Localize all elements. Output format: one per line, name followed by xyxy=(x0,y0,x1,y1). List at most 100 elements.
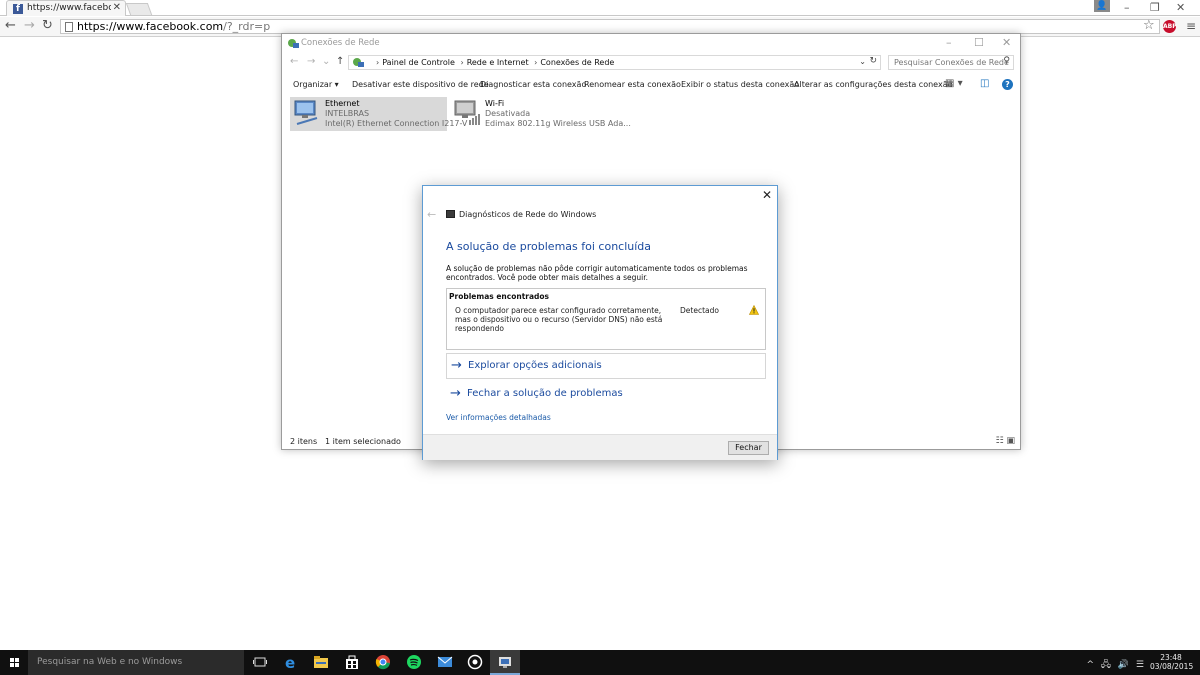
dialog-app-title: Diagnósticos de Rede do Windows xyxy=(459,210,597,219)
restore-icon[interactable]: ❐ xyxy=(1150,1,1160,14)
problems-header: Problemas encontrados xyxy=(449,292,550,301)
detailed-info-link[interactable]: Ver informações detalhadas xyxy=(446,413,551,422)
connection-device: Intel(R) Ethernet Connection I217-V xyxy=(325,119,468,128)
notifications-icon[interactable]: ☰ xyxy=(1136,660,1144,670)
profile-icon[interactable]: 👤 xyxy=(1094,0,1110,12)
facebook-favicon-icon: f xyxy=(13,4,23,14)
media-player-icon[interactable] xyxy=(467,654,483,670)
connection-details: Wi-Fi Desativada Edimax 802.11g Wireless… xyxy=(485,99,631,129)
maximize-icon[interactable]: ☐ xyxy=(974,36,984,49)
forward-icon[interactable]: → xyxy=(24,18,35,33)
breadcrumb-item[interactable]: Painel de Controle xyxy=(382,58,455,67)
breadcrumb-item[interactable]: Conexões de Rede xyxy=(540,58,614,67)
diagnostics-app-icon xyxy=(446,210,455,218)
connection-name: Wi-Fi xyxy=(485,99,505,108)
browser-tabstrip: f https://www.facebook.com/ ✕ 👤 – ❐ ✕ xyxy=(0,0,1200,16)
close-button[interactable]: Fechar xyxy=(728,441,769,455)
close-troubleshooting-link[interactable]: → Fechar a solução de problemas xyxy=(446,382,766,408)
explorer-address-row: ← → ⌄ ↑ › Painel de Controle › Rede e Inte… xyxy=(282,55,1020,72)
svg-text:e: e xyxy=(285,654,295,670)
item-count: 2 itens xyxy=(290,437,318,446)
help-icon[interactable]: ? xyxy=(1002,79,1013,90)
close-troubleshooting-label: Fechar a solução de problemas xyxy=(467,388,623,399)
store-icon[interactable] xyxy=(344,654,360,670)
page-icon xyxy=(65,22,73,32)
close-icon[interactable]: ✕ xyxy=(762,188,772,202)
view-status-button[interactable]: Exibir o status desta conexão xyxy=(681,80,799,89)
network-diagnostics-dialog: ✕ ← Diagnósticos de Rede do Windows A so… xyxy=(422,185,778,460)
adblock-plus-icon[interactable]: ABP xyxy=(1163,20,1177,33)
breadcrumb: › Painel de Controle › Rede e Internet › Co… xyxy=(373,58,614,67)
recent-dropdown-icon[interactable]: ⌄ xyxy=(322,56,330,67)
problems-panel: Problemas encontrados O computador parec… xyxy=(446,288,766,350)
network-tray-icon[interactable]: 🖧 xyxy=(1101,660,1111,670)
connection-network: Desativada xyxy=(485,109,531,118)
close-icon[interactable]: ✕ xyxy=(1002,36,1011,49)
disable-device-button[interactable]: Desativar este dispositivo de rede xyxy=(352,80,489,89)
up-arrow-icon[interactable]: ↑ xyxy=(336,56,344,67)
back-icon[interactable]: ← xyxy=(290,56,298,67)
minimize-icon[interactable]: – xyxy=(946,36,952,49)
view-toggle-icons[interactable]: ☷ ▣ xyxy=(996,436,1015,446)
back-arrow-icon[interactable]: ← xyxy=(427,208,436,221)
minimize-icon[interactable]: – xyxy=(1124,1,1130,14)
task-view-icon[interactable] xyxy=(252,654,268,670)
back-icon[interactable]: ← xyxy=(5,18,16,33)
rename-connection-button[interactable]: Renomear esta conexão xyxy=(584,80,681,89)
dialog-heading: A solução de problemas foi concluída xyxy=(446,240,652,253)
new-tab-button[interactable] xyxy=(125,3,153,15)
bookmark-star-icon[interactable]: ☆ xyxy=(1143,18,1155,33)
chrome-icon[interactable] xyxy=(375,654,391,670)
browser-tab[interactable]: f https://www.facebook.com/ ✕ xyxy=(6,0,126,16)
tab-title: https://www.facebook.com/ xyxy=(27,3,111,13)
taskbar-clock[interactable]: 23:48 03/08/2015 xyxy=(1150,653,1194,671)
explore-options-link[interactable]: → Explorar opções adicionais xyxy=(446,353,766,379)
mail-icon[interactable] xyxy=(437,654,453,670)
problem-text: O computador parece estar configurado co… xyxy=(455,306,663,333)
window-titlebar: Conexões de Rede – ☐ ✕ xyxy=(282,34,1020,54)
refresh-icon[interactable]: ↻ xyxy=(869,56,877,66)
window-title: Conexões de Rede xyxy=(301,38,380,48)
search-placeholder: Pesquisar Conexões de Rede xyxy=(894,58,1009,67)
explorer-address-bar[interactable]: › Painel de Controle › Rede e Internet › Co… xyxy=(348,55,881,70)
breadcrumb-separator: › xyxy=(460,58,464,67)
reload-icon[interactable]: ↻ xyxy=(42,18,53,33)
file-explorer-icon[interactable] xyxy=(313,654,329,670)
spotify-icon[interactable] xyxy=(406,654,422,670)
chevron-down-icon[interactable]: ⌄ xyxy=(859,57,866,66)
search-icon: ⚲ xyxy=(1003,56,1010,66)
connection-details: Ethernet INTELBRAS Intel(R) Ethernet Con… xyxy=(325,99,467,129)
windows-taskbar: Pesquisar na Web e no Windows e ^ 🖧 🔊 ☰ … xyxy=(0,650,1200,675)
view-options-icon[interactable]: ▦ ▾ xyxy=(945,78,963,89)
connection-item-wifi[interactable]: Wi-Fi Desativada Edimax 802.11g Wireless… xyxy=(450,97,631,131)
clock-date: 03/08/2015 xyxy=(1150,662,1194,671)
system-tray: ^ 🖧 🔊 ☰ xyxy=(1086,657,1144,673)
connection-name: Ethernet xyxy=(325,99,360,108)
show-hidden-icons-icon[interactable]: ^ xyxy=(1086,660,1094,670)
wifi-adapter-icon xyxy=(454,100,480,125)
close-window-icon[interactable]: ✕ xyxy=(1176,1,1185,14)
volume-icon[interactable]: 🔊 xyxy=(1118,660,1129,670)
forward-icon[interactable]: → xyxy=(307,56,315,67)
diagnose-connection-button[interactable]: Diagnosticar esta conexão xyxy=(480,80,586,89)
chrome-menu-icon[interactable]: ≡ xyxy=(1186,19,1196,33)
windows-start-icon[interactable] xyxy=(0,650,28,675)
active-network-task[interactable] xyxy=(490,650,520,675)
edge-browser-icon[interactable]: e xyxy=(283,654,299,670)
organize-button[interactable]: Organizar ▾ xyxy=(293,80,339,89)
explore-options-label: Explorar opções adicionais xyxy=(468,360,602,371)
breadcrumb-item[interactable]: Rede e Internet xyxy=(467,58,529,67)
problem-status: Detectado xyxy=(680,306,719,315)
connection-item-ethernet[interactable]: Ethernet INTELBRAS Intel(R) Ethernet Con… xyxy=(290,97,467,131)
dialog-footer: Fechar xyxy=(423,434,777,460)
arrow-right-icon: → xyxy=(450,386,461,401)
address-url: https://www.facebook.com/?_rdr=p xyxy=(77,20,270,33)
tab-close-icon[interactable]: ✕ xyxy=(113,2,121,13)
taskbar-search-input[interactable]: Pesquisar na Web e no Windows xyxy=(28,650,244,675)
preview-pane-icon[interactable]: ◫ xyxy=(980,78,989,89)
change-settings-button[interactable]: Alterar as configurações desta conexão xyxy=(794,80,952,89)
address-bar[interactable]: https://www.facebook.com/?_rdr=p xyxy=(60,19,1160,34)
url-path: /?_rdr=p xyxy=(223,20,271,33)
explorer-search-input[interactable]: Pesquisar Conexões de Rede ⚲ xyxy=(888,55,1014,70)
command-bar: Organizar ▾ Desativar este dispositivo d… xyxy=(282,75,1020,94)
